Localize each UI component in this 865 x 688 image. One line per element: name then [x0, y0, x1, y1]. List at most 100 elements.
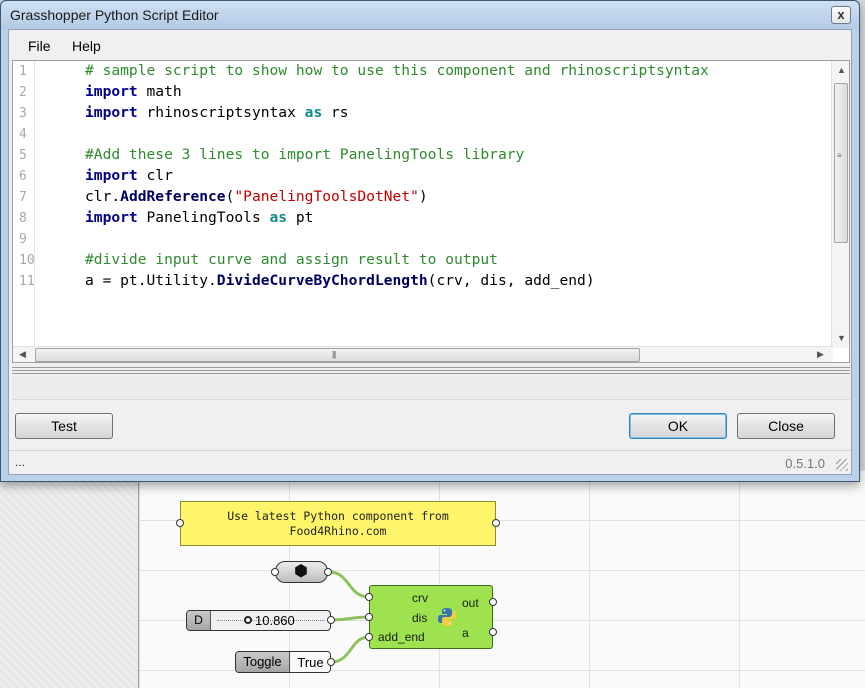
code-string: "PanelingToolsDotNet" — [234, 188, 419, 205]
port-a[interactable] — [489, 628, 497, 636]
output-a-label: a — [462, 626, 469, 640]
code-keyword: import — [85, 83, 138, 100]
scroll-down-icon[interactable]: ▼ — [837, 333, 846, 343]
input-add-end-label: add_end — [378, 630, 425, 644]
code-line-5: #Add these 3 lines to import PanelingToo… — [85, 146, 524, 163]
toggle-label: Toggle — [236, 652, 290, 672]
code-keyword: import — [85, 209, 138, 226]
code-line-10: #divide input curve and assign result to… — [85, 251, 498, 268]
code-line-11: a = pt.Utility.DivideCurveByChordLength(… — [85, 272, 595, 289]
code-text: a = pt.Utility. — [85, 272, 217, 289]
scroll-right-icon[interactable]: ▶ — [817, 349, 824, 360]
line-number: 7 — [19, 190, 27, 205]
code-text: pt — [287, 209, 314, 226]
vertical-scroll-thumb[interactable]: ≡ — [834, 83, 848, 243]
code-keyword-as: as — [269, 209, 288, 226]
python-logo-icon — [438, 608, 456, 626]
window-close-button[interactable]: x — [831, 6, 851, 24]
grip-icon: ≡ — [837, 151, 842, 160]
port-add-end[interactable] — [365, 633, 373, 641]
status-bar: ... 0.5.1.0 — [9, 450, 851, 474]
scroll-left-icon[interactable]: ◀ — [19, 349, 26, 360]
code-function: AddReference — [120, 188, 226, 205]
code-text: PanelingTools — [137, 209, 270, 226]
python-script-editor-window: Grasshopper Python Script Editor x File … — [0, 0, 860, 482]
code-comment: #Add these 3 lines to import PanelingToo… — [85, 146, 525, 163]
code-line-8: import PanelingTools as pt — [85, 209, 313, 226]
grip-icon: ||| — [332, 350, 336, 359]
output-splitter[interactable] — [12, 367, 850, 376]
status-text: ... — [15, 455, 26, 469]
panel-output-port[interactable] — [492, 519, 500, 527]
slider-knob[interactable] — [244, 616, 252, 624]
output-out-label: out — [462, 596, 479, 610]
version-label: 0.5.1.0 — [785, 456, 825, 471]
slider-output-port[interactable] — [327, 616, 335, 624]
line-number: 9 — [19, 232, 27, 247]
horizontal-scrollbar[interactable]: ◀ ||| ▶ — [13, 346, 833, 362]
code-text: clr — [137, 167, 173, 184]
line-number: 3 — [19, 106, 27, 121]
line-number: 4 — [19, 127, 27, 142]
code-line-6: import clr — [85, 167, 173, 184]
line-number: 8 — [19, 211, 27, 226]
menu-help[interactable]: Help — [72, 38, 101, 54]
code-keyword-as: as — [304, 104, 323, 121]
resize-grip-icon[interactable] — [836, 459, 848, 471]
code-text: math — [137, 83, 182, 100]
port-crv[interactable] — [365, 593, 373, 601]
vertical-scrollbar[interactable]: ▲ ≡ ▼ — [831, 61, 849, 348]
code-keyword: import — [85, 167, 138, 184]
toggle-output-port[interactable] — [327, 658, 335, 666]
scroll-up-icon[interactable]: ▲ — [837, 65, 846, 75]
input-crv-label: crv — [412, 591, 428, 605]
code-line-2: import math — [85, 83, 182, 100]
title-bar[interactable]: Grasshopper Python Script Editor x — [1, 1, 859, 29]
wire-hex-to-crv — [328, 570, 370, 599]
hexagon-nut-icon: ⬢ — [294, 563, 308, 580]
boolean-toggle[interactable]: Toggle True — [235, 651, 331, 673]
code-text: ) — [418, 188, 428, 205]
geometry-param-node[interactable]: ⬢ — [275, 561, 328, 583]
test-button[interactable]: Test — [15, 413, 113, 439]
horizontal-scroll-thumb[interactable]: ||| — [35, 348, 640, 362]
wire-slider-to-dis — [330, 615, 370, 622]
line-number: 5 — [19, 148, 27, 163]
code-editor[interactable]: 1 2 3 4 5 6 7 8 9 10 11 # sample script … — [12, 60, 850, 363]
code-keyword: import — [85, 104, 138, 121]
geometry-input-port[interactable] — [271, 568, 279, 576]
toggle-value[interactable]: True — [291, 652, 330, 672]
line-number: 1 — [19, 64, 27, 79]
line-number: 6 — [19, 169, 27, 184]
note-panel-line-1: Use latest Python component from — [227, 509, 449, 523]
ok-button[interactable]: OK — [629, 413, 727, 439]
close-button[interactable]: Close — [737, 413, 835, 439]
number-slider[interactable]: D 10.860 — [186, 610, 331, 631]
code-comment: #divide input curve and assign result to… — [85, 251, 498, 268]
input-dis-label: dis — [412, 611, 428, 625]
code-comment: # sample script to show how to use this … — [85, 62, 709, 79]
output-area — [12, 376, 850, 400]
slider-value: 10.860 — [255, 613, 295, 628]
note-panel-line-2: Food4Rhino.com — [289, 524, 387, 538]
line-number: 11 — [19, 274, 35, 289]
code-line-7: clr.AddReference("PanelingToolsDotNet") — [85, 188, 428, 205]
editor-client-area: File Help 1 2 3 4 5 6 7 8 9 10 11 # samp… — [8, 29, 852, 475]
code-text: clr. — [85, 188, 121, 205]
geometry-output-port[interactable] — [324, 568, 332, 576]
menu-file[interactable]: File — [28, 38, 51, 54]
line-number-gutter: 1 2 3 4 5 6 7 8 9 10 11 — [13, 61, 35, 348]
code-text: (crv, dis, add_end) — [427, 272, 595, 289]
slider-label: D — [187, 611, 211, 630]
window-title: Grasshopper Python Script Editor — [10, 7, 219, 23]
port-dis[interactable] — [365, 613, 373, 621]
line-number: 10 — [19, 253, 35, 268]
note-panel[interactable]: Use latest Python component from Food4Rh… — [180, 501, 496, 546]
code-line-3: import rhinoscriptsyntax as rs — [85, 104, 349, 121]
code-text: rhinoscriptsyntax — [137, 104, 305, 121]
python-script-component[interactable]: crv dis add_end out a — [369, 585, 493, 649]
code-function: DivideCurveByChordLength — [216, 272, 428, 289]
line-number: 2 — [19, 85, 27, 100]
panel-input-port[interactable] — [176, 519, 184, 527]
port-out[interactable] — [489, 598, 497, 606]
